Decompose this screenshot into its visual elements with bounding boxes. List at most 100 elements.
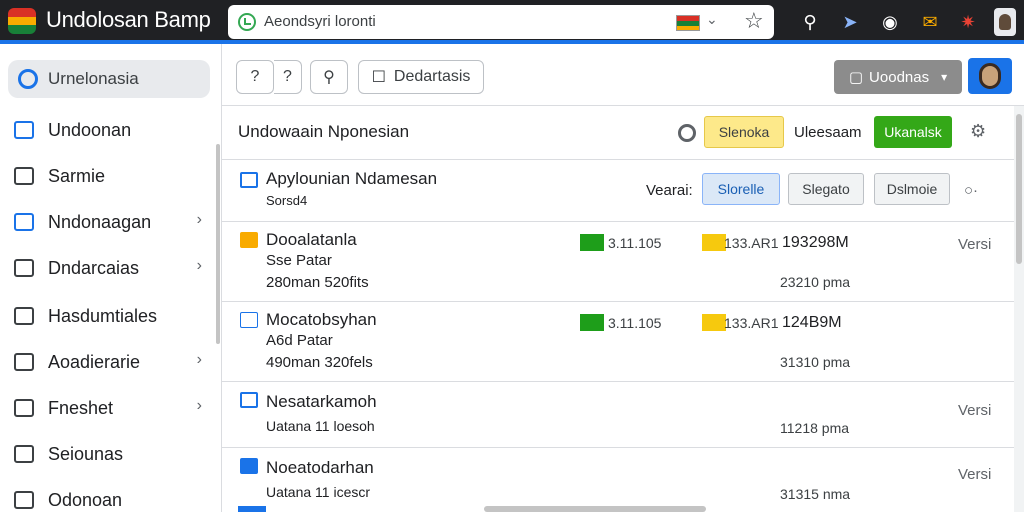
sidebar-item-label: Aoadierarie: [48, 351, 141, 372]
tag-icon: ☐: [371, 69, 386, 86]
sidebar-item-1[interactable]: Undoonan: [0, 110, 216, 150]
browser-titlebar: Undolosan Bamp Aeondsyri loronti ⌄ ☆ ⚲ ➤…: [0, 0, 1024, 44]
folder-icon: [14, 213, 34, 231]
chevron-right-icon: ›: [196, 257, 202, 274]
help-button[interactable]: ?: [236, 60, 274, 94]
address-bar[interactable]: Aeondsyri loronti ⌄ ☆: [228, 5, 774, 39]
sidebar-item-2[interactable]: Sarmie: [0, 156, 216, 196]
arrow-icon[interactable]: ➤: [836, 8, 864, 36]
primary-action-button[interactable]: Ukanalsk: [874, 116, 952, 148]
app-logo-icon: [8, 8, 36, 34]
settings-icon[interactable]: ⚙: [970, 121, 986, 142]
row-time: 31315 nma: [780, 486, 851, 502]
sidebar-item-3[interactable]: Nndonaagan ›: [0, 202, 216, 242]
row-version: 3.11.105: [608, 235, 662, 251]
row-code: 133.AR1: [724, 235, 779, 251]
main-panel: Undowaain Nponesian Slenoka Uleesaam Uka…: [222, 106, 1014, 512]
bookmark-star-icon[interactable]: ☆: [744, 8, 764, 34]
more-options-icon[interactable]: ○·: [964, 182, 978, 199]
vertical-scrollbar[interactable]: [1014, 106, 1024, 512]
horizontal-scrollbar[interactable]: [484, 506, 706, 512]
sidebar: Urnelonasia Undoonan Sarmie Nndonaagan ›…: [0, 44, 222, 512]
row-version-link[interactable]: Versi: [958, 466, 991, 483]
header-text-label[interactable]: Uleesaam: [794, 124, 862, 141]
info-icon[interactable]: [678, 124, 696, 142]
profile-icon[interactable]: [994, 8, 1016, 36]
main-toolbar: ? ? ⚲ ☐ Dedartasis ▢ Uoodnas ▾: [222, 44, 1024, 106]
flag-icon[interactable]: [676, 15, 700, 31]
sidebar-scrollbar[interactable]: [216, 144, 220, 344]
pill-icon: [14, 491, 34, 509]
user-avatar[interactable]: [968, 58, 1012, 94]
sidebar-item-label: Sarmie: [48, 165, 106, 186]
sidebar-item-9[interactable]: Odonoan: [0, 480, 216, 520]
list-header-sub: Sorsd4: [266, 193, 308, 208]
row-subtitle: Uatana 11 icescr: [266, 484, 371, 500]
search-icon: ⚲: [323, 69, 335, 86]
chevron-down-icon[interactable]: ⌄: [706, 11, 718, 28]
view-option-selected[interactable]: Slorelle: [702, 173, 780, 205]
sidebar-item-5[interactable]: Hasdumtiales: [0, 296, 216, 336]
row-time: 11218 pma: [780, 420, 850, 436]
address-text[interactable]: Aeondsyri loronti: [264, 13, 376, 30]
chat-icon[interactable]: ◉: [876, 8, 904, 36]
photo-icon: [14, 259, 34, 277]
avatar-image: [979, 63, 1001, 89]
help-icon: ?: [250, 68, 260, 85]
row-size: 193298M: [782, 234, 849, 251]
checkbox-icon[interactable]: [240, 458, 258, 474]
view-option-3[interactable]: Dslmoie: [874, 173, 950, 205]
table-row[interactable]: Nesatarkamoh Uatana 11 loesoh 11218 pma …: [222, 382, 1014, 448]
panel-header: Undowaain Nponesian Slenoka Uleesaam Uka…: [222, 106, 1014, 160]
row-version-link[interactable]: Versi: [958, 402, 991, 419]
row-version-link[interactable]: Versi: [958, 236, 991, 253]
sidebar-current-location[interactable]: Urnelonasia: [8, 60, 210, 98]
sidebar-item-6[interactable]: Aoadierarie ›: [0, 342, 216, 382]
check-icon: [240, 172, 258, 188]
row-title: Dooalatanla: [266, 230, 357, 249]
folder-icon: [240, 232, 258, 248]
sidebar-item-label: Seiounas: [48, 443, 124, 464]
chevron-right-icon: ›: [196, 211, 202, 228]
question-button[interactable]: ?: [274, 60, 302, 94]
sidebar-item-label: Fneshet: [48, 397, 114, 418]
chevron-right-icon: ›: [196, 397, 202, 414]
view-option-2[interactable]: Slegato: [788, 173, 864, 205]
row-time: 23210 pma: [780, 274, 851, 290]
row-title: Noeatodarhan: [266, 458, 374, 477]
chart-icon: [240, 312, 258, 328]
question-icon: ?: [283, 68, 292, 85]
list-header-title: Apylounian Ndamesan: [266, 169, 438, 188]
secure-icon[interactable]: [238, 13, 256, 31]
pin-icon[interactable]: ⚲: [796, 8, 824, 36]
status-green-icon: [580, 234, 604, 251]
tag-label: Dedartasis: [393, 68, 471, 85]
mail-icon[interactable]: ✉: [916, 8, 944, 36]
sidebar-current-label: Urnelonasia: [48, 69, 139, 88]
row-size: 124B9M: [782, 314, 842, 331]
search-button[interactable]: ⚲: [310, 60, 348, 94]
sidebar-item-4[interactable]: Dndarcaias ›: [0, 248, 216, 288]
status-green-icon: [580, 314, 604, 331]
table-row[interactable]: Noeatodarhan Uatana 11 icescr 31315 nma …: [222, 448, 1014, 512]
share-button[interactable]: ▢ Uoodnas ▾: [834, 60, 962, 94]
sidebar-item-7[interactable]: Fneshet ›: [0, 388, 216, 428]
puzzle-icon[interactable]: ✷: [954, 8, 982, 36]
status-button[interactable]: Slenoka: [704, 116, 784, 148]
row-subtitle: Uatana 11 loesoh: [266, 418, 375, 434]
view-label: Vearai:: [646, 182, 693, 199]
row-meta: 490man 320fels: [266, 354, 373, 371]
row-title: Mocatobsyhan: [266, 310, 377, 329]
table-row[interactable]: Dooalatanla Sse Patar 280man 520fits 3.1…: [222, 222, 1014, 302]
chevron-down-icon: ▾: [941, 70, 948, 84]
sidebar-item-label: Undoonan: [48, 119, 132, 140]
scroll-thumb[interactable]: [1016, 114, 1022, 264]
row-subtitle: Sse Patar: [266, 252, 332, 269]
table-row[interactable]: Mocatobsyhan A6d Patar 490man 320fels 3.…: [222, 302, 1014, 382]
sidebar-item-8[interactable]: Seiounas: [0, 434, 216, 474]
share-icon: ▢: [848, 69, 864, 86]
sidebar-item-label: Hasdumtiales: [48, 305, 158, 326]
sidebar-item-label: Dndarcaias: [48, 257, 140, 278]
book-icon: [14, 307, 34, 325]
tag-button[interactable]: ☐ Dedartasis: [358, 60, 484, 94]
